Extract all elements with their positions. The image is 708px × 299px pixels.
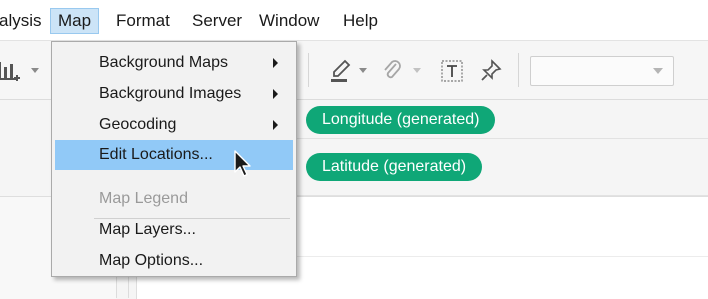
menu-item-background-images[interactable]: Background Images <box>55 79 293 109</box>
menu-server[interactable]: Server <box>185 8 249 34</box>
paperclip-icon[interactable] <box>380 58 406 84</box>
chevron-down-icon[interactable] <box>31 68 39 73</box>
menu-item-label: Map Legend <box>99 190 188 207</box>
menu-item-label: Background Images <box>99 85 242 102</box>
mouse-cursor-icon <box>234 150 254 180</box>
menu-item-label: Map Options... <box>99 252 204 269</box>
map-menu-dropdown: Background Maps Background Images Geocod… <box>51 41 297 277</box>
submenu-arrow-icon <box>273 120 278 130</box>
menu-item-map-layers[interactable]: Map Layers... <box>55 215 293 245</box>
menu-format[interactable]: Format <box>109 8 177 34</box>
pin-icon[interactable] <box>478 58 504 84</box>
menu-item-edit-locations[interactable]: Edit Locations... <box>55 140 293 170</box>
rows-pill-latitude[interactable]: Latitude (generated) <box>306 153 483 181</box>
bar-chart-add-icon[interactable] <box>0 58 22 84</box>
menu-bar: alysis Map Format Server Window Help <box>0 0 708 41</box>
submenu-arrow-icon <box>273 89 278 99</box>
menu-item-label: Geocoding <box>99 116 177 133</box>
menu-item-label: Map Layers... <box>99 221 196 238</box>
menu-item-map-legend: Map Legend <box>55 184 293 214</box>
menu-item-background-maps[interactable]: Background Maps <box>55 48 293 78</box>
menu-item-label: Background Maps <box>99 54 228 71</box>
menu-item-geocoding[interactable]: Geocoding <box>55 110 293 140</box>
menu-analysis[interactable]: alysis <box>0 8 49 34</box>
menu-help[interactable]: Help <box>336 8 385 34</box>
menu-map[interactable]: Map <box>50 8 100 34</box>
toolbar-dropdown[interactable] <box>530 56 674 86</box>
chevron-down-icon[interactable] <box>413 68 421 73</box>
chevron-down-icon[interactable] <box>359 68 367 73</box>
menu-window[interactable]: Window <box>252 8 326 34</box>
highlighter-icon[interactable] <box>328 58 354 84</box>
menu-item-map-options[interactable]: Map Options... <box>55 246 293 276</box>
chevron-down-icon <box>653 68 663 74</box>
toolbar-divider <box>518 53 519 87</box>
text-box-icon[interactable] <box>439 58 465 84</box>
submenu-arrow-icon <box>273 58 278 68</box>
toolbar-divider <box>308 53 309 87</box>
menu-item-label: Edit Locations... <box>99 146 213 163</box>
columns-pill-longitude[interactable]: Longitude (generated) <box>306 106 496 134</box>
